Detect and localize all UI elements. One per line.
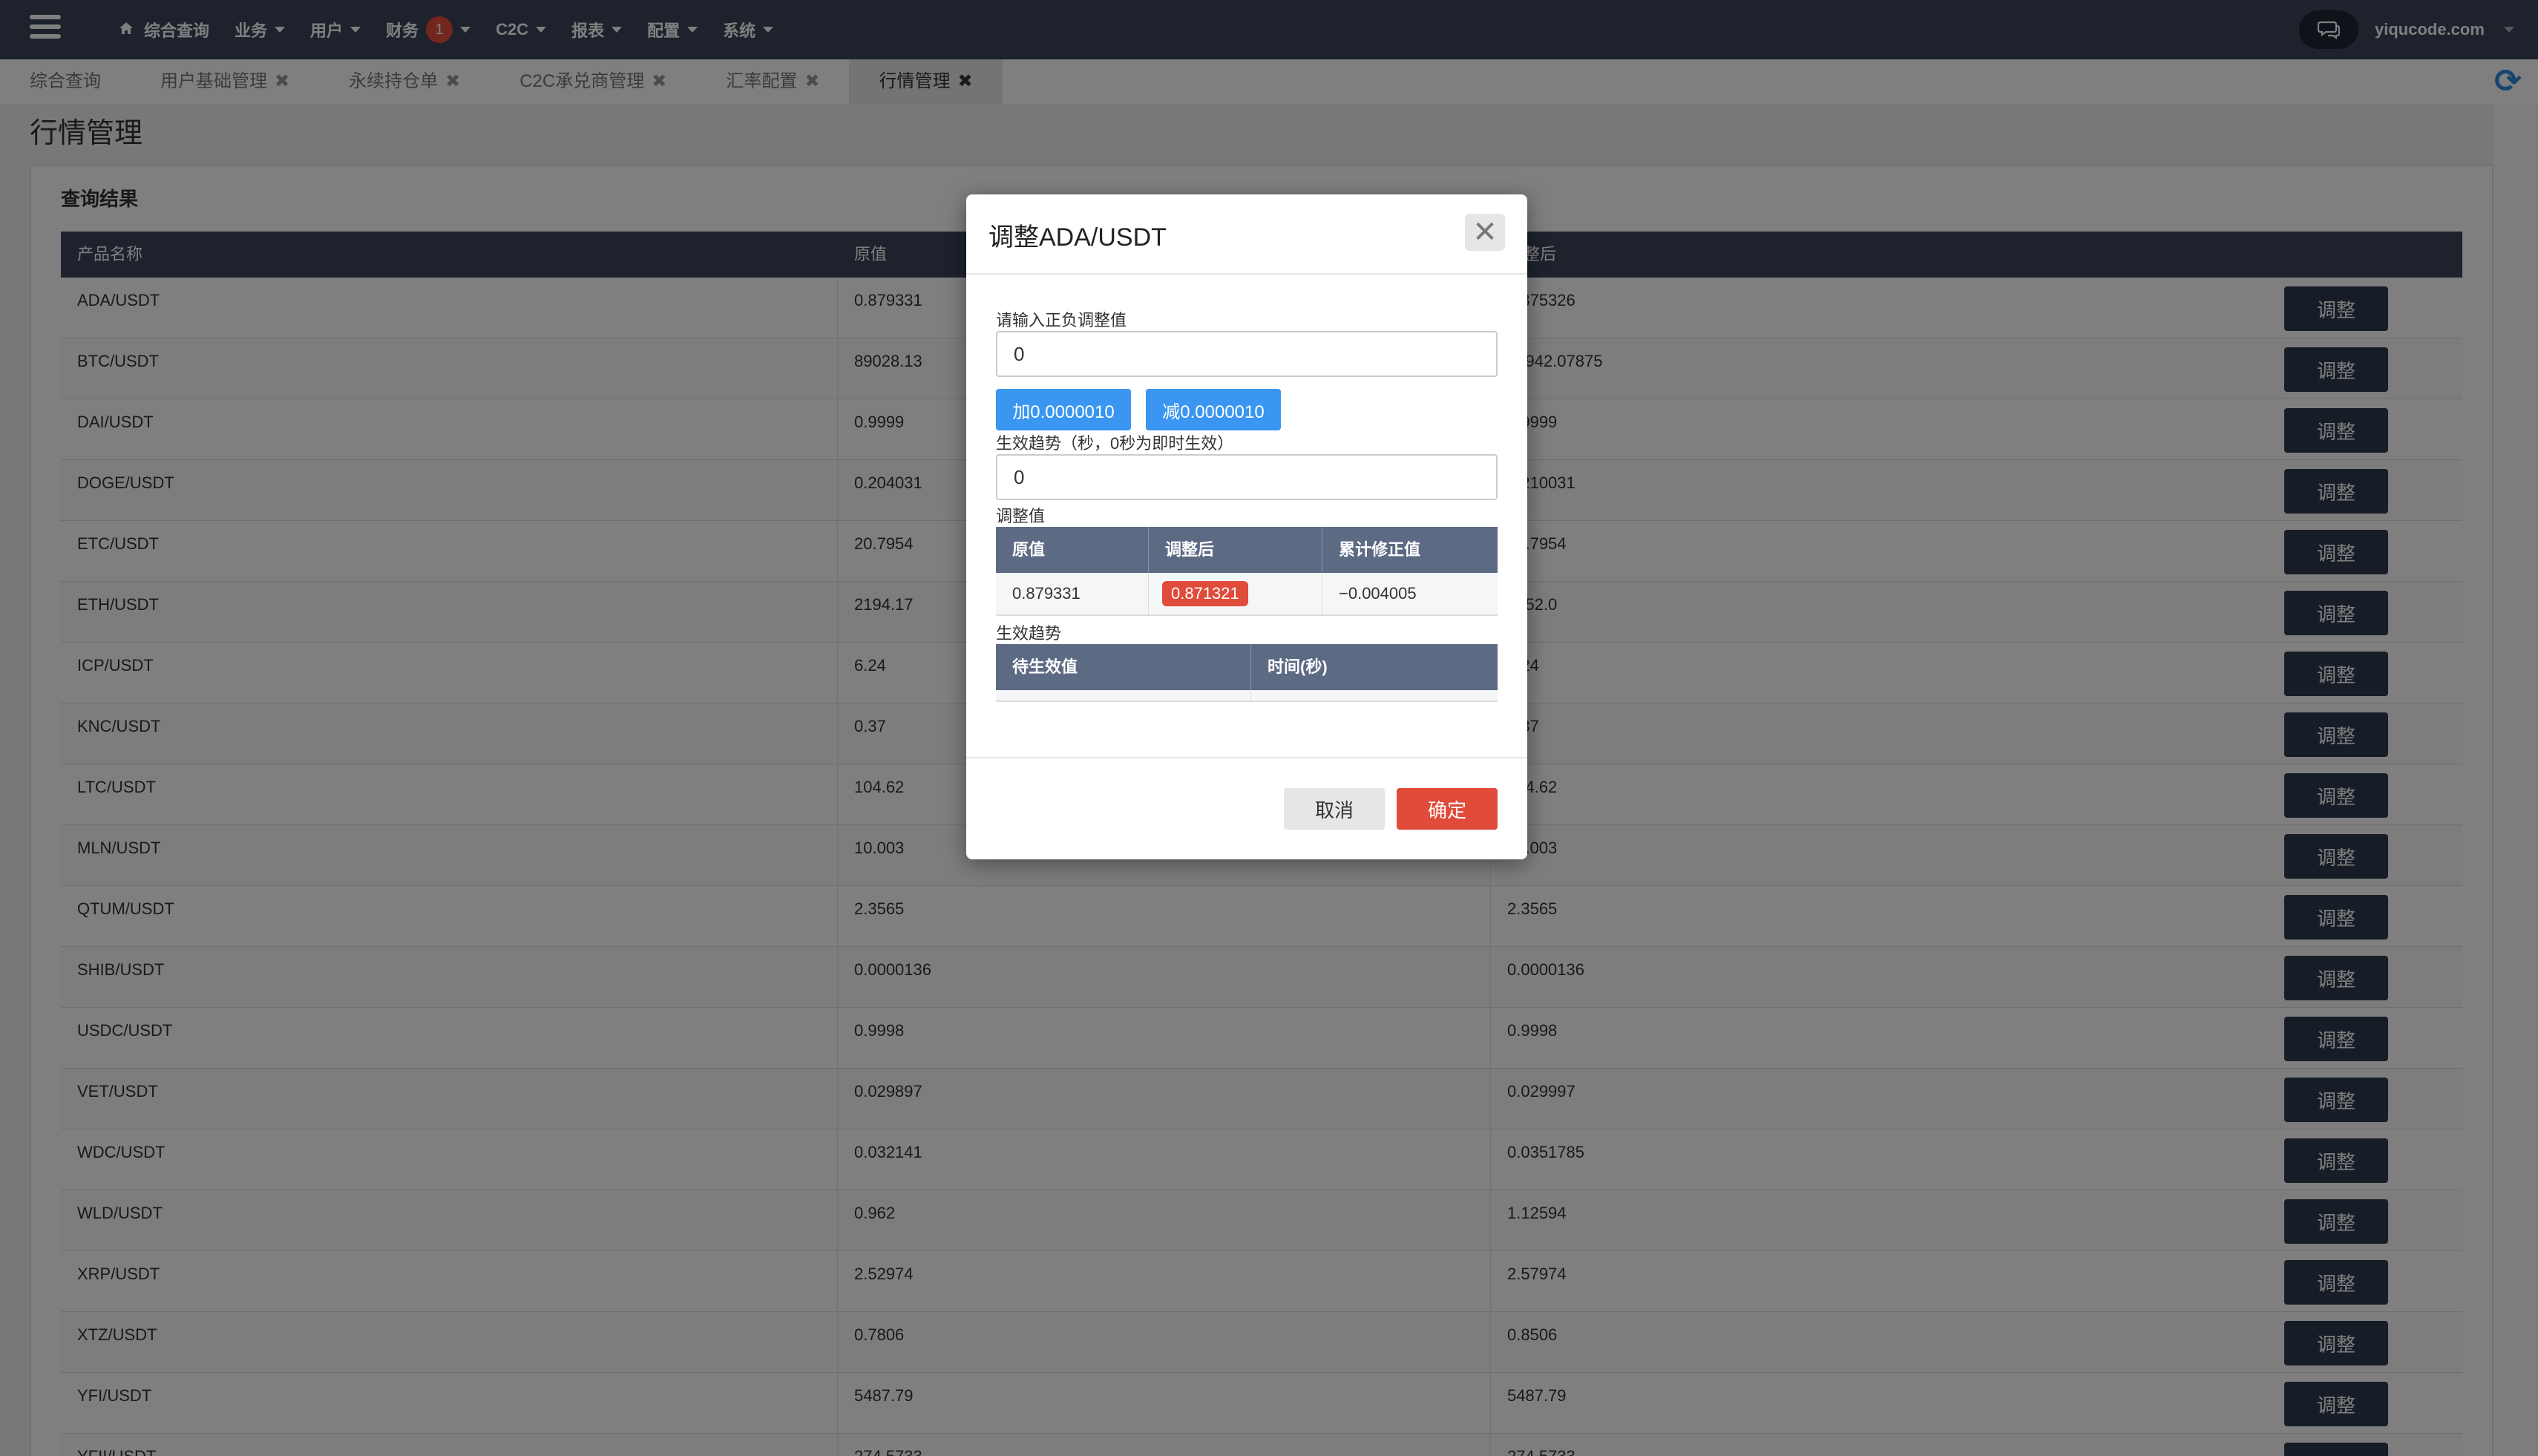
adjust-value-table: 原值 调整后 累计修正值 0.879331 0.871321 −0.004005 [996,527,1498,616]
column-header-pending: 待生效值 [996,644,1251,690]
adjusted-value-cell: 0.871321 [1149,573,1322,614]
cancel-button[interactable]: 取消 [1284,788,1385,830]
cumulative-value: −0.004005 [1339,584,1417,603]
trend-seconds-input[interactable]: 0 [996,454,1498,500]
close-button[interactable]: ✕ [1465,214,1505,251]
adjust-table-header: 原值 调整后 累计修正值 [996,527,1498,573]
column-header-time: 时间(秒) [1268,658,1328,676]
dialog-title: 调整ADA/USDT [988,223,1167,252]
effect-table-header: 待生效值 时间(秒) [996,644,1498,690]
orig-value: 0.879331 [996,573,1149,614]
effect-trend-table: 待生效值 时间(秒) [996,644,1498,702]
plus-button[interactable]: 加0.0000010 [996,389,1131,430]
adjust-section-label: 调整值 [996,507,1046,525]
close-icon: ✕ [1472,216,1498,249]
effect-section-label: 生效趋势 [996,624,1062,643]
divider [966,757,1527,758]
minus-button[interactable]: 减0.0000010 [1146,389,1281,430]
column-header-orig: 原值 [996,527,1149,573]
adjust-dialog: 调整ADA/USDT ✕ 请输入正负调整值 0 加0.0000010 减0.00… [966,194,1527,859]
table-row: 0.879331 0.871321 −0.004005 [996,573,1498,616]
column-header-adjusted: 调整后 [1149,527,1322,573]
dialog-header: 调整ADA/USDT ✕ [966,194,1527,275]
empty-row [996,690,1498,702]
column-header-cumulative: 累计修正值 [1339,540,1421,559]
trend-label: 生效趋势（秒，0秒为即时生效） [996,434,1234,453]
adjust-value-input[interactable]: 0 [996,331,1498,377]
adjust-input-label: 请输入正负调整值 [996,311,1127,329]
adjusted-value-badge: 0.871321 [1162,581,1248,606]
confirm-button[interactable]: 确定 [1397,788,1498,830]
